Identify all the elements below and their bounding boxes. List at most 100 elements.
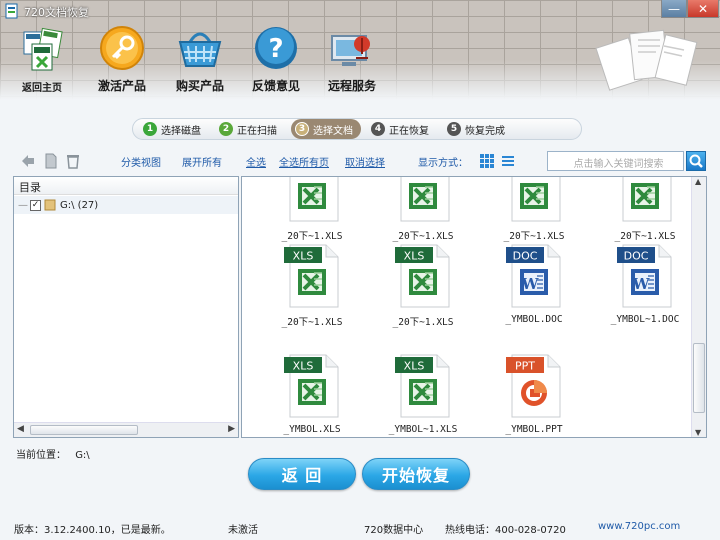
file-item[interactable]: XLS _20下~1.XLS	[482, 177, 586, 242]
file-grid-panel: PPT _YMBOL.PPT XLS _YMBOL~1.XLS XLS _YMBOL.XL…	[241, 176, 707, 438]
doc-file-icon: DOC W	[617, 244, 672, 308]
current-path-label: 当前位置：	[16, 450, 66, 461]
directory-tree-panel: 目录 — ✓ G:\ (27) ◀ ▶	[13, 176, 239, 438]
search-input[interactable]: 点击输入关键词搜索	[547, 151, 684, 171]
tree-header: 目录	[14, 177, 238, 195]
step-complete: 5 恢复完成	[443, 119, 513, 139]
file-item[interactable]: XLS _20下~1.XLS	[371, 176, 475, 242]
feedback-label: 反馈意见	[251, 79, 300, 93]
file-item[interactable]: XLS _YMBOL.XLS	[260, 353, 364, 435]
file-item[interactable]: DOC W _YMBOL.DOC	[482, 243, 586, 325]
title-bar: 720文档恢复 — ✕	[0, 0, 720, 22]
file-vertical-scrollbar[interactable]: ▲ ▼	[691, 177, 706, 437]
file-name: _20下~1.XLS	[392, 231, 454, 242]
xls-file-icon: XLS	[622, 177, 672, 222]
home-button[interactable]: 返回主页	[4, 26, 80, 94]
xls-file-icon: XLS	[289, 176, 339, 222]
step-number: 1	[143, 122, 157, 136]
recycle-bin-icon[interactable]	[66, 153, 80, 169]
data-center-text: 720数据中心	[364, 525, 424, 536]
file-name: _YMBOL.XLS	[283, 424, 341, 435]
file-item[interactable]: XLS _20下~1.XLS	[260, 176, 364, 242]
file-item[interactable]: DOC W _YMBOL~1.DOC	[593, 243, 697, 325]
step-label: 正在扫描	[237, 125, 277, 137]
select-all-pages-link[interactable]: 全选所有页	[279, 154, 329, 169]
svg-text:PPT: PPT	[515, 360, 535, 373]
step-number: 5	[447, 122, 461, 136]
step-label: 正在恢复	[389, 125, 429, 137]
file-name: _20下~1.XLS	[614, 231, 676, 242]
drive-icon	[44, 199, 56, 211]
grid-view-icon[interactable]	[480, 154, 494, 168]
file-item[interactable]: PPT _YMBOL.PPT	[482, 353, 586, 435]
file-item[interactable]: XLS _20下~1.XLS	[260, 243, 364, 328]
minimize-button[interactable]: —	[661, 0, 687, 18]
document-icon[interactable]	[44, 153, 58, 169]
svg-text:DOC: DOC	[513, 250, 538, 263]
remote-service-label: 远程服务	[327, 79, 376, 93]
home-label: 返回主页	[22, 83, 62, 94]
tree-horizontal-scrollbar[interactable]: ◀ ▶	[14, 422, 238, 437]
file-name: _YMBOL.PPT	[505, 424, 563, 435]
xls-file-icon: XLS	[395, 244, 450, 308]
step-number: 4	[371, 122, 385, 136]
activate-product-label: 激活产品	[97, 79, 146, 93]
window-title: 720文档恢复	[24, 6, 89, 19]
tree-root-item[interactable]: — ✓ G:\ (27)	[18, 197, 98, 213]
buy-product-button[interactable]: 购买产品	[160, 24, 240, 93]
svg-text:DOC: DOC	[624, 250, 649, 263]
scrollbar-thumb[interactable]	[693, 343, 705, 413]
status-bar: 版本：3.12.2400.10，已是最新。 未激活 720数据中心 热线电话：4…	[0, 516, 720, 540]
file-item[interactable]: XLS _YMBOL~1.XLS	[371, 353, 475, 435]
back-button[interactable]: 返 回	[248, 458, 356, 490]
svg-text:XLS: XLS	[293, 176, 314, 177]
svg-text:W: W	[632, 275, 651, 293]
back-arrow-icon[interactable]	[20, 153, 36, 169]
tree-root-label: G:\ (27)	[60, 199, 99, 211]
svg-text:XLS: XLS	[404, 176, 425, 177]
file-name: _YMBOL.DOC	[505, 314, 563, 325]
svg-text:?: ?	[268, 34, 283, 64]
ppt-file-icon: PPT	[506, 354, 561, 418]
website-link[interactable]: www.720pc.com	[598, 521, 680, 532]
list-view-icon[interactable]	[502, 155, 514, 167]
step-label: 选择文档	[313, 125, 353, 137]
category-view-link[interactable]: 分类视图	[121, 154, 161, 169]
app-icon	[5, 3, 18, 19]
file-name: _20下~1.XLS	[392, 317, 454, 328]
tree-checkbox[interactable]: ✓	[30, 199, 41, 211]
scrollbar-thumb[interactable]	[30, 425, 138, 435]
step-scanning: 2 正在扫描	[215, 119, 285, 139]
file-item[interactable]: XLS _20下~1.XLS	[371, 243, 475, 328]
file-name: _20下~1.XLS	[281, 317, 343, 328]
file-name: _YMBOL~1.DOC	[610, 314, 680, 325]
file-name: _20下~1.XLS	[503, 231, 565, 242]
feedback-button[interactable]: ? 反馈意见	[236, 24, 316, 93]
start-recover-button[interactable]: 开始恢复	[362, 458, 470, 490]
file-name: _20下~1.XLS	[281, 231, 343, 242]
svg-text:XLS: XLS	[404, 360, 425, 373]
search-button[interactable]	[686, 151, 706, 171]
remote-service-button[interactable]: 远程服务	[312, 24, 392, 93]
basket-icon	[178, 32, 222, 67]
step-recovering: 4 正在恢复	[367, 119, 437, 139]
file-name: _YMBOL~1.XLS	[388, 424, 458, 435]
activate-product-button[interactable]: 激活产品	[82, 24, 162, 93]
xls-file-icon: XLS	[284, 244, 339, 308]
deselect-link[interactable]: 取消选择	[345, 154, 385, 169]
toolbar: 分类视图 展开所有 全选 全选所有页 取消选择 显示方式： 点击输入关键词搜索	[14, 150, 706, 172]
close-button[interactable]: ✕	[687, 0, 719, 18]
select-all-link[interactable]: 全选	[246, 154, 266, 169]
doc-file-icon: DOC W	[506, 244, 561, 308]
hotline-text: 热线电话：400-028-0720	[445, 525, 566, 536]
step-label: 恢复完成	[465, 125, 505, 137]
file-item[interactable]: XLS _20下~1.XLS	[593, 177, 697, 242]
svg-text:XLS: XLS	[293, 250, 314, 263]
step-number: 2	[219, 122, 233, 136]
current-path-value: G:\	[75, 450, 90, 461]
key-icon	[100, 26, 144, 70]
xls-file-icon: XLS	[400, 176, 450, 222]
step-select-document: 3 选择文档	[291, 119, 361, 139]
app-window: 720文档恢复 — ✕ 返回主页 激活产品 购买产品 ? 反馈意见 远程服务 1…	[0, 0, 720, 540]
expand-all-link[interactable]: 展开所有	[182, 154, 222, 169]
